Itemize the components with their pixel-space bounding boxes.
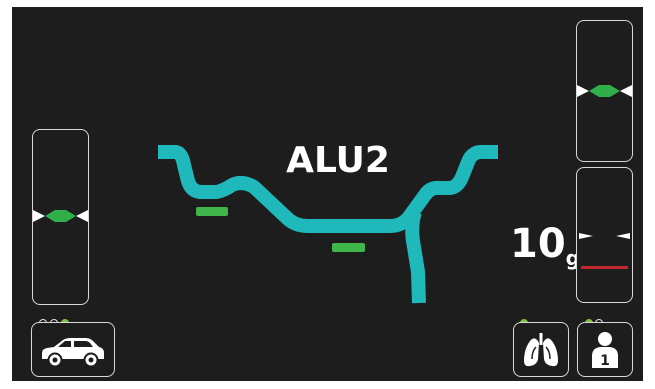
inner-weight-block: [196, 207, 228, 216]
car-icon: [42, 338, 104, 368]
outer-weight-block: [332, 243, 365, 252]
lungs-icon: [524, 333, 558, 367]
left-plane-gauge: [32, 129, 89, 305]
vehicle-type-button[interactable]: [31, 322, 115, 377]
gauge-marker: [577, 85, 632, 97]
right-top-gauge: [576, 20, 633, 162]
user-button[interactable]: 1: [577, 322, 633, 377]
limit-line: [581, 266, 628, 269]
gauge-marker: [33, 210, 88, 222]
right-bottom-gauge: [576, 167, 633, 303]
weight-value: 10: [510, 221, 566, 267]
user-number: 1: [600, 353, 610, 369]
rim-type-label: ALU2: [286, 140, 390, 181]
gauge-marker: [577, 230, 632, 242]
rim-spoke: [405, 209, 426, 304]
mode-button[interactable]: [513, 322, 569, 377]
balancer-screen: ALU2 10g 1: [12, 7, 643, 381]
user-1-icon: 1: [592, 332, 618, 369]
